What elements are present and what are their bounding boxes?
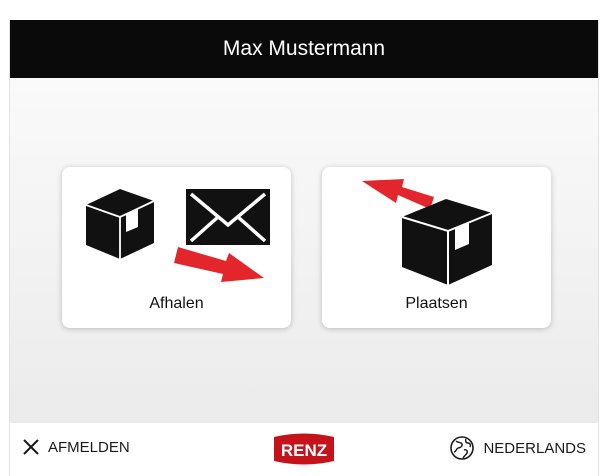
deposit-label: Plaatsen <box>405 295 468 312</box>
main-area: Afhalen Plaatsen <box>10 78 598 423</box>
pickup-illustration <box>85 189 270 282</box>
language-button[interactable]: NEDERLANDS <box>449 435 586 461</box>
header-bar: Max Mustermann <box>10 20 598 78</box>
deposit-illustration <box>362 179 493 285</box>
arrow-out-icon <box>174 247 264 282</box>
logo-text: RENZ <box>281 441 327 460</box>
renz-logo: RENZ <box>274 433 334 465</box>
deposit-tile[interactable]: Plaatsen <box>322 167 551 328</box>
footer-bar: AFMELDEN RENZ NEDERLANDS <box>10 423 598 476</box>
pickup-tile[interactable]: Afhalen <box>62 167 291 328</box>
user-name: Max Mustermann <box>222 37 386 60</box>
pickup-label: Afhalen <box>149 295 204 312</box>
arrow-in-icon <box>362 179 434 209</box>
package-icon <box>85 189 155 259</box>
logout-label: AFMELDEN <box>48 438 130 456</box>
language-label: NEDERLANDS <box>483 439 586 457</box>
close-icon <box>23 439 39 455</box>
package-icon <box>401 199 493 285</box>
terminal-screen: Max Mustermann Afhalen Plaatsen AFMELDEN… <box>9 20 599 476</box>
globe-icon <box>450 436 475 460</box>
logout-button[interactable]: AFMELDEN <box>22 438 130 456</box>
envelope-icon <box>186 189 270 245</box>
